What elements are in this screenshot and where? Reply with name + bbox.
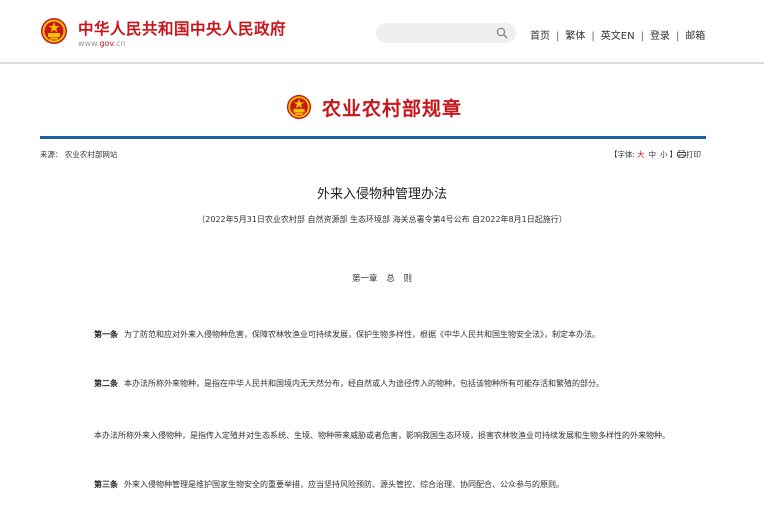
site-url-gov: gov xyxy=(99,39,114,48)
search-input[interactable] xyxy=(376,23,516,43)
search-icon[interactable] xyxy=(496,27,508,39)
font-size-label-close: 】 xyxy=(669,150,678,159)
nav-separator: | xyxy=(556,31,560,42)
nav-login-link[interactable]: 登录 xyxy=(650,31,670,42)
nav-separator: | xyxy=(675,31,680,42)
article-paragraph-text: 为了防范和应对外来入侵物种危害，保障农林牧渔业可持续发展，保护生物多样性，根据《… xyxy=(124,330,600,339)
font-size-label: 【字体: xyxy=(610,150,636,159)
nav-mail-link[interactable]: 邮箱 xyxy=(685,31,705,42)
nav-traditional-link[interactable]: 繁体 xyxy=(565,31,585,42)
article-tools: 【字体: 大中小】 打印 xyxy=(610,149,701,160)
article-paragraph: 本办法所称外来入侵物种，是指传入定殖并对生态系统、生境、物种带来威胁或者危害，影… xyxy=(76,426,676,445)
article-subtitle: （2022年5月31日农业农村部 自然资源部 生态环境部 海关总署令第4号公布 … xyxy=(197,215,567,224)
site-title[interactable]: 中华人民共和国中央人民政府 xyxy=(78,17,286,39)
chapter-heading: 第一章 总 则 xyxy=(352,274,412,284)
national-emblem-icon[interactable] xyxy=(40,17,68,45)
article-clause-lead: 第一条 xyxy=(94,330,118,339)
print-button[interactable]: 打印 xyxy=(686,150,701,159)
top-nav: 首页 | 繁体 | 英文EN | 登录 | 邮箱 xyxy=(530,27,705,42)
article-title: 外来入侵物种管理办法 xyxy=(316,187,447,202)
nav-english-link[interactable]: 英文EN xyxy=(601,31,635,42)
site-url-suffix: .cn xyxy=(113,39,126,48)
article-clause-lead: 第二条 xyxy=(94,379,118,388)
nav-separator: | xyxy=(591,31,595,42)
nav-separator: | xyxy=(640,31,644,42)
header-divider xyxy=(0,62,764,64)
print-icon[interactable] xyxy=(677,150,686,158)
font-size-large-button[interactable]: 大 xyxy=(637,150,645,159)
section-divider xyxy=(40,136,706,139)
article-paragraph: 第三条 外来入侵物种管理是维护国家生物安全的重要举措，应当坚持风险预防、源头管控、… xyxy=(76,475,676,494)
article-paragraph: 第二条 本办法所称外来物种，是指在中华人民共和国境内无天然分布，经自然或人为途径传… xyxy=(76,374,676,393)
nav-home-link[interactable]: 首页 xyxy=(530,31,550,42)
article-paragraph-text: 本办法所称外来入侵物种，是指传入定殖并对生态系统、生境、物种带来威胁或者危害，影… xyxy=(94,431,670,440)
article-source: 来源： 农业农村部网站 xyxy=(40,150,118,159)
font-size-small-button[interactable]: 小 xyxy=(660,150,668,159)
site-header: 中华人民共和国中央人民政府 www.gov.cn 首页 | 繁体 | 英文EN | 登录 | 邮… xyxy=(0,0,764,62)
article-paragraph-text: 外来入侵物种管理是维护国家生物安全的重要举措，应当坚持风险预防、源头管控、综合治… xyxy=(124,480,564,489)
section-title[interactable]: 农业农村部规章 xyxy=(322,94,462,121)
font-size-medium-button[interactable]: 中 xyxy=(649,150,657,159)
article-paragraph-text: 本办法所称外来物种，是指在中华人民共和国境内无天然分布，经自然或人为途径传入的物… xyxy=(124,379,604,388)
site-url-prefix: www. xyxy=(78,39,100,48)
national-emblem-icon xyxy=(286,94,312,120)
site-url: www.gov.cn xyxy=(78,39,126,48)
article-clause-lead: 第三条 xyxy=(94,480,118,489)
article-paragraph: 第一条 为了防范和应对外来入侵物种危害，保障农林牧渔业可持续发展，保护生物多样性，… xyxy=(76,325,676,344)
